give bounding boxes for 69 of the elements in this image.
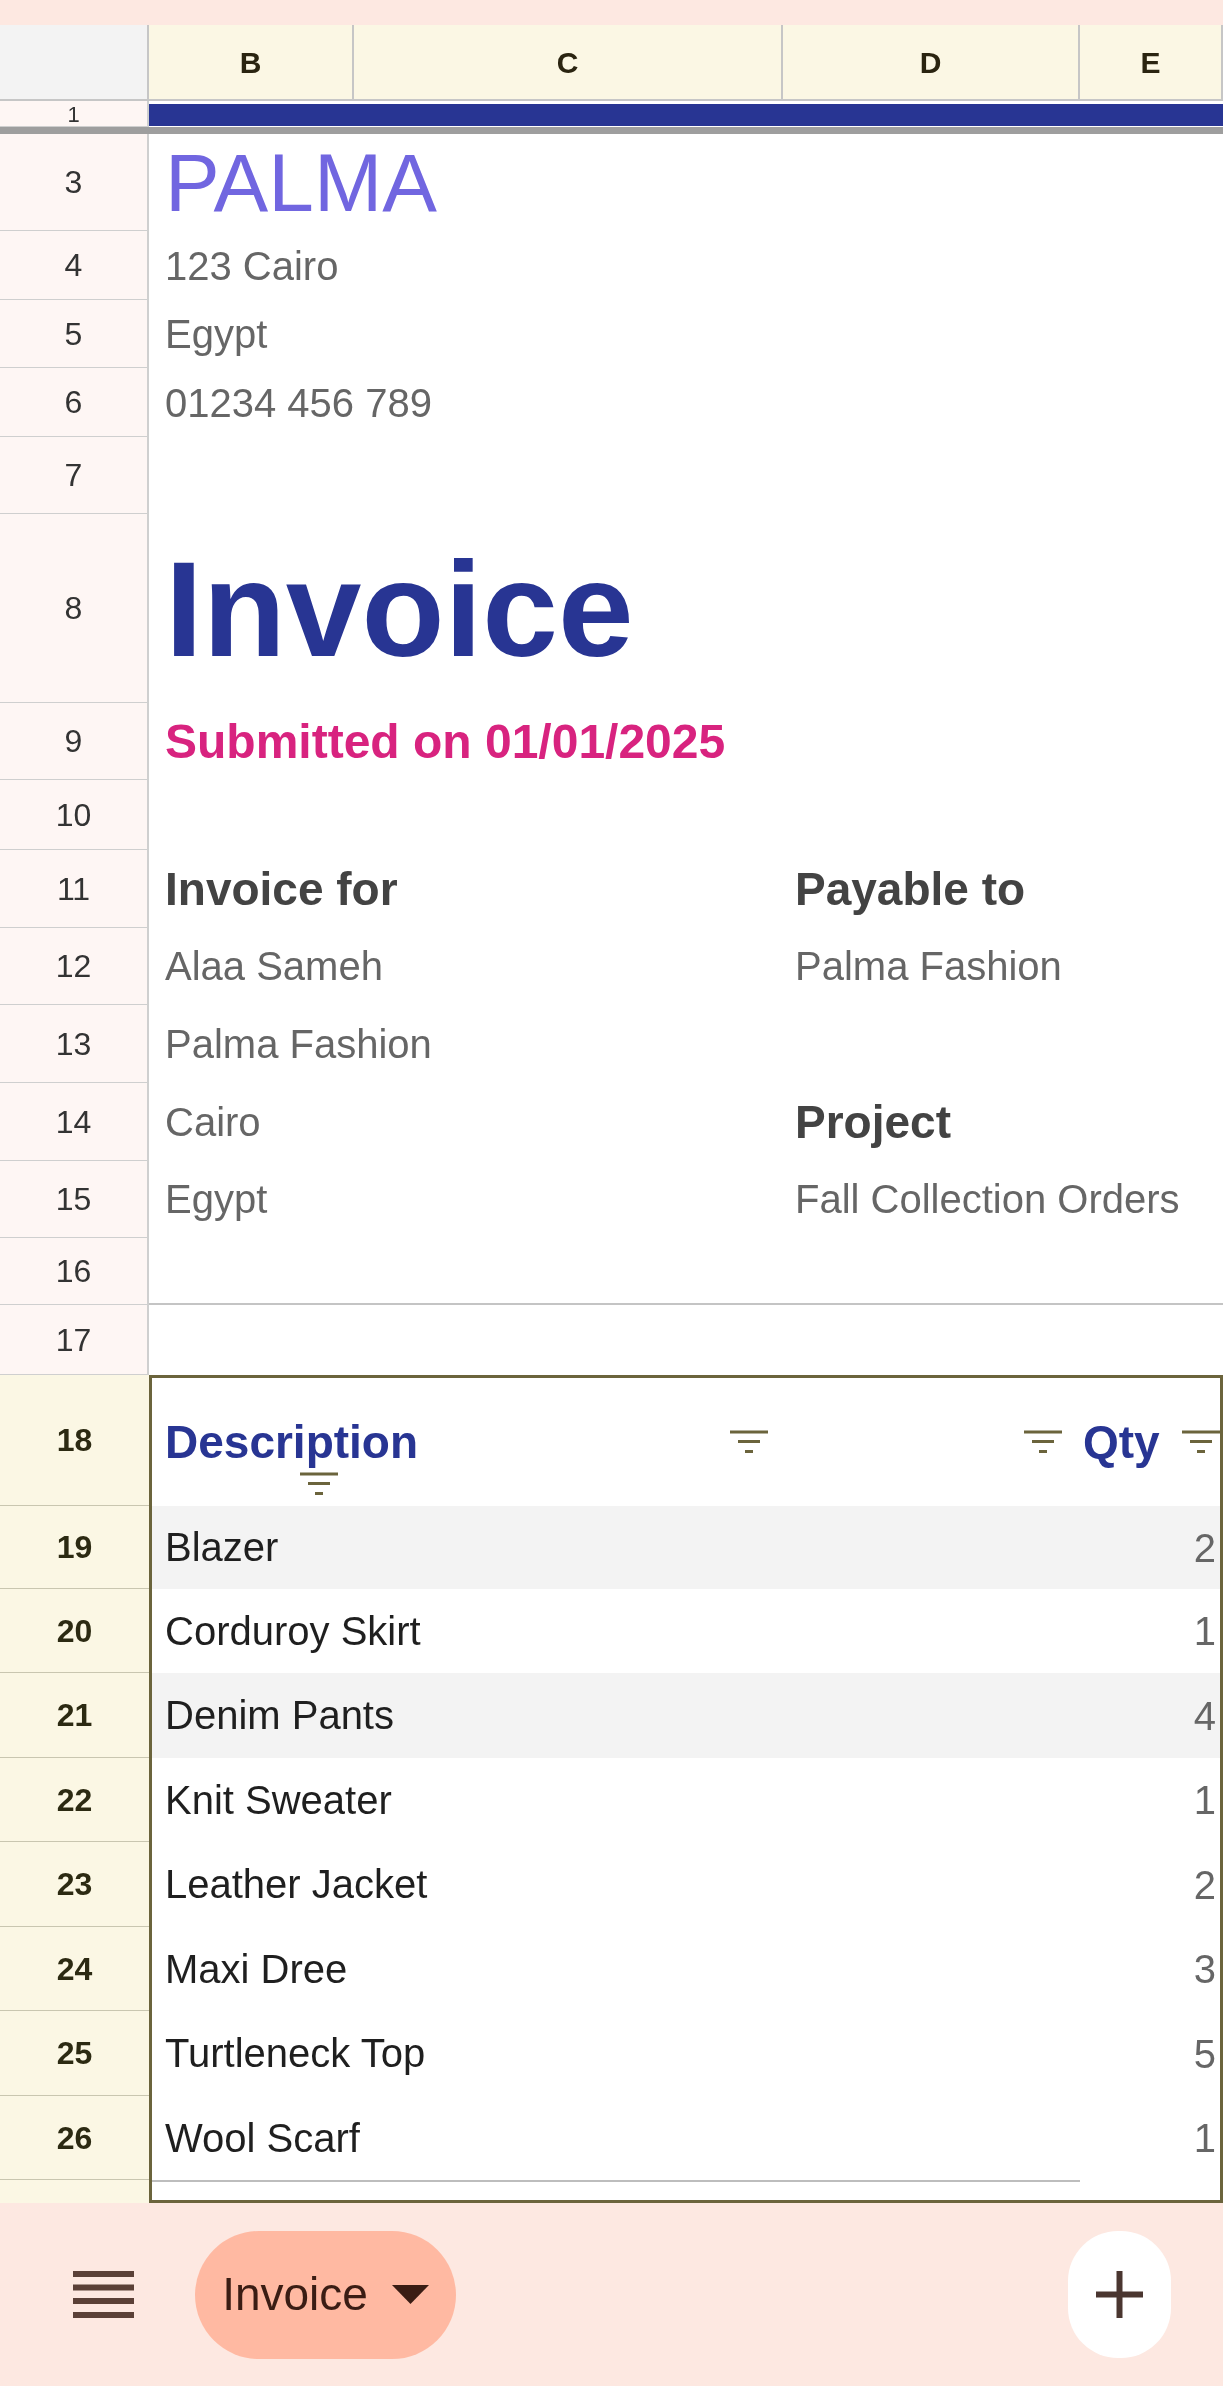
table-cell: Turtleneck Top <box>165 2031 426 2075</box>
column-header[interactable]: D <box>783 25 1080 101</box>
column-header[interactable]: C <box>354 25 783 101</box>
table-cell: Blazer <box>165 1525 279 1569</box>
row-header[interactable]: 17 <box>0 1305 149 1375</box>
row-header[interactable]: 3 <box>0 134 149 231</box>
table-cell: Leather Jacket <box>165 1862 428 1906</box>
table-cell: Wool Scarf <box>165 2115 360 2160</box>
row-header[interactable]: 23 <box>0 1842 149 1927</box>
filter-icon[interactable] <box>1024 1430 1062 1454</box>
table-cell-text: 5 <box>1193 2033 1217 2074</box>
row-header[interactable]: 7 <box>0 437 149 514</box>
row-header[interactable]: 24 <box>0 1927 149 2011</box>
table-cell: Corduroy Skirt <box>165 1608 421 1653</box>
company-name: PALMA <box>165 141 437 224</box>
table-cell-text: 1 <box>1193 1611 1217 1651</box>
address-line: 123 Cairo <box>165 245 339 286</box>
client-line: Egypt <box>165 1177 268 1221</box>
filter-icon[interactable] <box>730 1430 768 1454</box>
row-header[interactable]: 6 <box>0 368 149 437</box>
sheet-tab[interactable]: Invoice <box>195 2230 456 2359</box>
row-header[interactable]: 21 <box>0 1673 149 1758</box>
row-header[interactable]: 10 <box>0 780 149 850</box>
payee-line: Palma Fashion <box>795 944 1062 988</box>
row-header[interactable]: 11 <box>0 850 149 928</box>
submitted-date: Submitted on 01/01/2025 <box>165 717 726 766</box>
table-cell: Knit Sweater <box>165 1777 392 1822</box>
row-header[interactable]: 18 <box>0 1375 149 1506</box>
filter-icon[interactable] <box>1182 1430 1220 1454</box>
row-header[interactable]: 8 <box>0 514 149 703</box>
caret-icon <box>391 2285 429 2304</box>
plus-icon <box>1096 2271 1143 2318</box>
row-header[interactable]: 25 <box>0 2011 149 2096</box>
section-heading: Payable to <box>795 863 1026 915</box>
menu-icon <box>73 2271 134 2318</box>
row-header[interactable]: 16 <box>0 1238 149 1305</box>
row-header[interactable]: 13 <box>0 1005 149 1083</box>
client-line: Alaa Sameh <box>165 944 383 988</box>
row-header[interactable]: 19 <box>0 1506 149 1589</box>
table-cell-text: 1 <box>1193 2118 1217 2158</box>
section-heading: Invoice for <box>165 863 398 915</box>
row-header[interactable]: 12 <box>0 928 149 1005</box>
table-cell-text: 4 <box>1193 1695 1217 1736</box>
client-line: Palma Fashion <box>165 1021 432 1066</box>
table-cell-text: 2 <box>1193 1527 1217 1568</box>
row-header[interactable]: 1 <box>0 101 149 127</box>
row-header[interactable]: 14 <box>0 1083 149 1161</box>
column-header[interactable]: E <box>1080 25 1223 101</box>
corner-cell[interactable] <box>0 25 149 101</box>
row-header[interactable]: 22 <box>0 1758 149 1842</box>
row-header[interactable]: 20 <box>0 1589 149 1673</box>
row-header[interactable]: 26 <box>0 2096 149 2180</box>
row-header[interactable]: 9 <box>0 703 149 780</box>
filter-icon[interactable] <box>300 1472 338 1496</box>
row-header[interactable]: 15 <box>0 1161 149 1238</box>
address-line: Egypt <box>165 314 268 354</box>
address-line: 01234 456 789 <box>165 382 432 423</box>
table-cell-text: 3 <box>1193 1949 1217 1989</box>
row-header[interactable]: 4 <box>0 231 149 300</box>
row-header[interactable]: 5 <box>0 300 149 368</box>
column-header[interactable]: B <box>149 25 354 101</box>
table-cell-text: 2 <box>1193 1864 1217 1905</box>
invoice-title: Invoice <box>165 540 634 677</box>
table-cell: Denim Pants <box>165 1693 394 1737</box>
client-line: Cairo <box>165 1099 261 1144</box>
section-heading: Project <box>795 1096 951 1148</box>
project-name: Fall Collection Orders <box>795 1177 1180 1221</box>
table-cell: Maxi Dree <box>165 1946 348 1991</box>
table-cell-text: 1 <box>1193 1780 1217 1820</box>
